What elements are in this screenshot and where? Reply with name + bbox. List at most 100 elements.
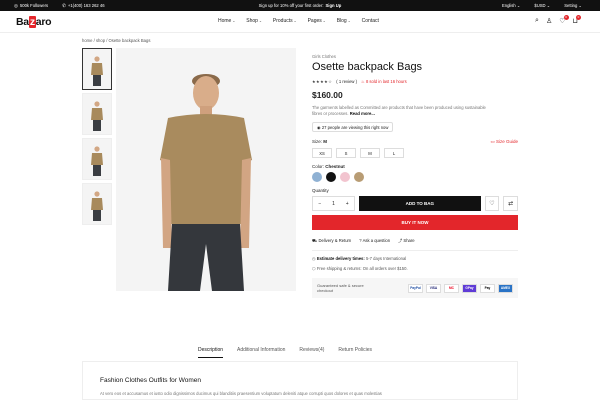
- rating-row: ★★★★☆ ( 1 review ) ♨ 8 sold in last 16 h…: [312, 79, 518, 84]
- product-category[interactable]: Girls Clothes: [312, 54, 518, 59]
- color-label-text: Color:: [312, 164, 325, 169]
- size-guide-text: Size Guide: [495, 139, 518, 144]
- delivery-label: Estimate delivery times:: [316, 256, 365, 261]
- plus-icon[interactable]: +: [346, 201, 349, 207]
- logo-mark: z: [28, 16, 36, 28]
- nav-blog[interactable]: Blog ⌄: [337, 18, 351, 24]
- nav-label: Blog: [336, 18, 347, 24]
- size-option[interactable]: S: [336, 148, 356, 158]
- size-guide-link[interactable]: ▭ Size Guide: [490, 139, 518, 145]
- tab-return-policies[interactable]: Return Policies: [338, 347, 372, 358]
- link-label: Delivery & Return: [318, 238, 352, 243]
- ask-question-link[interactable]: ? Ask a question: [359, 238, 390, 244]
- setting-select[interactable]: Setting ⌄: [564, 3, 582, 8]
- nav-pages[interactable]: Pages ⌄: [308, 18, 326, 24]
- ruler-icon: ▭: [490, 139, 495, 144]
- site-logo[interactable]: Bazaro: [16, 16, 52, 28]
- sign-up-link[interactable]: Sign Up: [326, 3, 342, 8]
- heart-icon: ♡: [489, 201, 495, 207]
- quantity-label: Quantity: [312, 188, 329, 193]
- add-to-bag-button[interactable]: ADD TO BAG: [359, 196, 481, 211]
- buy-now-button[interactable]: BUY IT NOW: [312, 215, 518, 230]
- chevron-down-icon: ⌄: [347, 19, 351, 23]
- breadcrumb[interactable]: home / shop / Osette backpack Bags: [82, 38, 150, 43]
- link-label: Share: [403, 238, 415, 243]
- product-thumbnail[interactable]: [82, 48, 112, 90]
- read-more-link[interactable]: Read more...: [350, 111, 375, 116]
- thumbnail-list: [82, 48, 112, 225]
- minus-icon[interactable]: −: [318, 201, 321, 207]
- cart-count-badge: 0: [576, 15, 581, 20]
- nav-products[interactable]: Products ⌄: [273, 18, 297, 24]
- product-thumbnail[interactable]: [82, 93, 112, 135]
- delivery-estimate: ◷ Estimate delivery times: 5-7 days Inte…: [312, 256, 518, 261]
- quantity-input[interactable]: 1: [332, 201, 335, 207]
- tab-additional-information[interactable]: Additional Information: [237, 347, 285, 358]
- color-swatch[interactable]: [340, 172, 350, 182]
- viewing-text: 27 people are viewing this right now: [321, 124, 389, 130]
- description-text: The garments labelled as Committed are p…: [312, 105, 486, 116]
- chevron-down-icon: ⌄: [293, 19, 297, 23]
- size-option[interactable]: M: [360, 148, 380, 158]
- nav-home[interactable]: Home ⌄: [218, 18, 235, 24]
- wishlist-count-badge: 0: [563, 15, 569, 20]
- product-tabs: Description Additional Information Revie…: [198, 347, 372, 358]
- share-link[interactable]: ⤴ Share: [398, 238, 415, 244]
- language-select[interactable]: English ⌄: [502, 3, 520, 8]
- account-icon[interactable]: ♙: [546, 17, 552, 25]
- color-swatch[interactable]: [312, 172, 322, 182]
- star-rating: ★★★★☆: [312, 79, 333, 84]
- question-icon: ?: [359, 238, 362, 243]
- promo-text: Sign up for 10% off your first order:: [258, 3, 324, 8]
- fire-icon: ♨: [361, 79, 365, 84]
- top-announcement-bar: ◎ 500k Followers ✆ +1(400) 163 262 46 Sign…: [0, 0, 600, 11]
- nav-label: Contact: [361, 18, 379, 24]
- sold-notice: ♨ 8 sold in last 16 hours: [361, 79, 407, 84]
- model-image: [160, 74, 252, 291]
- model-image: [91, 56, 103, 86]
- nav-shop[interactable]: Shop ⌄: [246, 18, 262, 24]
- nav-contact[interactable]: Contact: [362, 18, 379, 24]
- color-label: Color: Chestnut: [312, 164, 518, 169]
- truck-icon: ⛟: [312, 238, 318, 243]
- currency-select[interactable]: $USD ⌄: [534, 3, 550, 8]
- amex-icon: AMEX: [498, 283, 513, 293]
- wishlist-icon[interactable]: ♡ 0: [559, 15, 569, 25]
- logo-part: Ba: [16, 16, 29, 28]
- size-option[interactable]: XS: [312, 148, 332, 158]
- setting-label: Setting: [564, 3, 578, 8]
- product-thumbnail[interactable]: [82, 138, 112, 180]
- search-icon[interactable]: ⌕: [535, 17, 539, 25]
- tab-description[interactable]: Description: [198, 347, 224, 358]
- color-swatch[interactable]: [326, 172, 336, 182]
- language-label: English: [501, 3, 516, 8]
- compare-icon: ⇄: [508, 201, 514, 207]
- clock-icon: ◷: [312, 256, 316, 261]
- model-image: [91, 191, 103, 221]
- color-swatch[interactable]: [354, 172, 364, 182]
- chevron-down-icon: ⌄: [516, 3, 521, 8]
- nav-label: Pages: [307, 18, 322, 24]
- cart-icon[interactable]: ⊔ 0: [573, 15, 581, 25]
- visa-icon: VISA: [426, 283, 441, 293]
- divider: [312, 250, 518, 251]
- applepay-icon: Pay: [480, 283, 495, 293]
- tab-reviews[interactable]: Reviews(4): [299, 347, 324, 358]
- delivery-return-link[interactable]: ⛟ Delivery & Return: [312, 238, 351, 244]
- chevron-down-icon: ⌄: [232, 19, 236, 23]
- size-option[interactable]: L: [384, 148, 404, 158]
- compare-button[interactable]: ⇄: [503, 196, 519, 211]
- gpay-icon: GPay: [462, 283, 477, 293]
- review-count-link[interactable]: ( 1 review ): [336, 79, 357, 84]
- model-image: [91, 146, 103, 176]
- description-body: At vero eos et accusamus et iusto odio d…: [100, 391, 382, 396]
- main-product-image[interactable]: [116, 48, 296, 291]
- size-options: XS S M L: [312, 148, 518, 158]
- main-nav: Home ⌄ Shop ⌄ Products ⌄ Pages ⌄ Blog ⌄ Conta…: [218, 18, 379, 24]
- size-label-text: Size:: [312, 139, 323, 144]
- paypal-icon: PayPal: [408, 283, 423, 293]
- product-thumbnail[interactable]: [82, 183, 112, 225]
- product-price: $160.00: [312, 90, 343, 100]
- chevron-down-icon: ⌄: [578, 3, 582, 8]
- wishlist-button[interactable]: ♡: [484, 196, 500, 211]
